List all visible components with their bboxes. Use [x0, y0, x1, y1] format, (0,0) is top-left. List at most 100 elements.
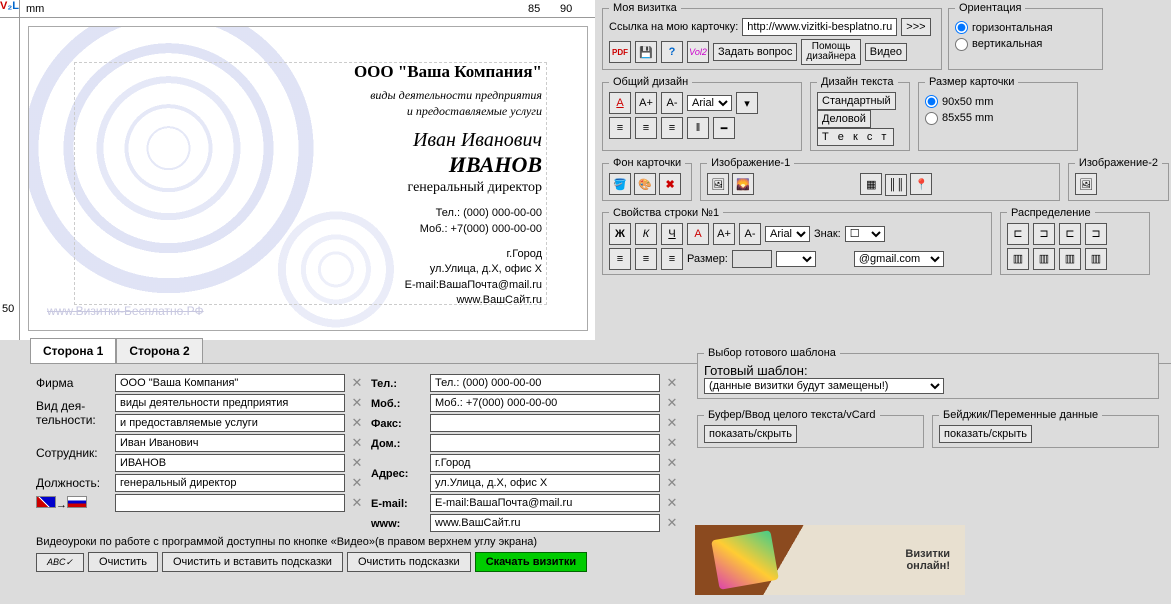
dropdown-icon[interactable]: ▾: [736, 92, 758, 114]
banner-ad[interactable]: Визитки онлайн!: [695, 525, 965, 595]
help-icon[interactable]: ?: [661, 41, 683, 63]
ask-question-button[interactable]: Задать вопрос: [713, 43, 797, 61]
clear-icon[interactable]: ✕: [664, 435, 680, 451]
emp1-input[interactable]: [115, 434, 345, 452]
img1-insert-icon[interactable]: 🖼: [707, 173, 729, 195]
clear-icon[interactable]: ✕: [349, 375, 365, 391]
align-right-button[interactable]: ≡: [661, 117, 683, 139]
qr-icon[interactable]: ▦: [860, 173, 882, 195]
clear-icon[interactable]: ✕: [349, 435, 365, 451]
sign-select[interactable]: ☐: [845, 226, 885, 242]
position-input[interactable]: [115, 474, 345, 492]
clear-icon[interactable]: ✕: [664, 415, 680, 431]
orient-horizontal[interactable]: горизонтальная: [955, 20, 1096, 34]
dist-7-button[interactable]: ▥: [1059, 248, 1081, 270]
italic-button[interactable]: К: [635, 223, 657, 245]
line-font-select[interactable]: Arial: [765, 226, 810, 242]
line-align-center[interactable]: ≡: [635, 248, 657, 270]
tab-side-2[interactable]: Сторона 2: [116, 338, 202, 363]
vol2-icon[interactable]: Vol2: [687, 41, 709, 63]
clear-hints-button[interactable]: Очистить подсказки: [347, 552, 471, 572]
size-up-button[interactable]: A+: [713, 223, 735, 245]
color-a-button[interactable]: A: [609, 92, 631, 114]
fill-icon[interactable]: 🪣: [609, 173, 631, 195]
clear-icon[interactable]: ✕: [349, 395, 365, 411]
palette-icon[interactable]: 🎨: [634, 173, 656, 195]
clear-icon[interactable]: ✕: [664, 455, 680, 471]
align-center-button[interactable]: ≡: [635, 117, 657, 139]
size-input[interactable]: [732, 250, 772, 268]
font-bigger-button[interactable]: A+: [635, 92, 657, 114]
flags[interactable]: →: [36, 496, 111, 511]
clear-icon[interactable]: ✕: [664, 375, 680, 391]
clear-icon[interactable]: ✕: [349, 495, 365, 511]
business-card-preview[interactable]: ООО "Ваша Компания" виды деятельности пр…: [28, 26, 588, 331]
addr2-input[interactable]: [430, 474, 660, 492]
spellcheck-button[interactable]: ABC✓: [36, 553, 84, 572]
clear-insert-hints-button[interactable]: Очистить и вставить подсказки: [162, 552, 343, 572]
dist-left-button[interactable]: ⊏: [1007, 223, 1029, 245]
clear-icon[interactable]: ✕: [349, 415, 365, 431]
design-business-button[interactable]: Деловой: [817, 110, 871, 128]
align-left-button[interactable]: ≡: [609, 117, 631, 139]
clear-icon[interactable]: ✕: [664, 395, 680, 411]
template-select[interactable]: (данные визитки будут замещены!): [704, 378, 944, 394]
activity2-input[interactable]: [115, 414, 345, 432]
fax-input[interactable]: [430, 414, 660, 432]
hspace-button[interactable]: ━: [713, 117, 735, 139]
email-domain-select[interactable]: @gmail.com: [854, 251, 944, 267]
extra-input[interactable]: [115, 494, 345, 512]
size-select[interactable]: [776, 251, 816, 267]
badge-toggle-button[interactable]: показать/скрыть: [939, 425, 1032, 443]
delete-bg-icon[interactable]: ✖: [659, 173, 681, 195]
dist-8-button[interactable]: ▥: [1085, 248, 1107, 270]
emp2-input[interactable]: [115, 454, 345, 472]
download-cards-button[interactable]: Скачать визитки: [475, 552, 587, 572]
clear-icon[interactable]: ✕: [664, 515, 680, 531]
clear-icon[interactable]: ✕: [664, 475, 680, 491]
video-button[interactable]: Видео: [865, 43, 907, 61]
buffer-toggle-button[interactable]: показать/скрыть: [704, 425, 797, 443]
img2-insert-icon[interactable]: 🖼: [1075, 173, 1097, 195]
dist-justify-button[interactable]: ⊐: [1085, 223, 1107, 245]
card-url-input[interactable]: [742, 18, 897, 36]
clear-icon[interactable]: ✕: [349, 475, 365, 491]
font-smaller-button[interactable]: A-: [661, 92, 683, 114]
mob-input[interactable]: [430, 394, 660, 412]
firm-input[interactable]: [115, 374, 345, 392]
dist-5-button[interactable]: ▥: [1007, 248, 1029, 270]
design-text-button[interactable]: Т е к с т: [817, 128, 894, 146]
dom-input[interactable]: [430, 434, 660, 452]
tel-input[interactable]: [430, 374, 660, 392]
dist-6-button[interactable]: ▥: [1033, 248, 1055, 270]
www-input[interactable]: [430, 514, 660, 532]
go-button[interactable]: >>>: [901, 18, 930, 36]
pdf-icon[interactable]: PDF: [609, 41, 631, 63]
img1-pic-icon[interactable]: 🌄: [732, 173, 754, 195]
tab-side-1[interactable]: Сторона 1: [30, 338, 116, 363]
bold-button[interactable]: Ж: [609, 223, 631, 245]
underline-button[interactable]: Ч: [661, 223, 683, 245]
size-down-button[interactable]: A-: [739, 223, 761, 245]
line-align-right[interactable]: ≡: [661, 248, 683, 270]
clear-icon[interactable]: ✕: [349, 455, 365, 471]
font-select[interactable]: Arial: [687, 95, 732, 111]
color-button[interactable]: A: [687, 223, 709, 245]
location-icon[interactable]: 📍: [910, 173, 932, 195]
size-85x55[interactable]: 85x55 mm: [925, 110, 1071, 124]
designer-help-button[interactable]: Помощь дизайнера: [801, 39, 860, 65]
vspace-button[interactable]: ‖: [687, 117, 709, 139]
email-input[interactable]: [430, 494, 660, 512]
barcode-icon[interactable]: ║║: [885, 174, 907, 196]
design-standard-button[interactable]: Стандартный: [817, 92, 896, 110]
clear-button[interactable]: Очистить: [88, 552, 158, 572]
orient-vertical[interactable]: вертикальная: [955, 36, 1096, 50]
save-icon[interactable]: 💾: [635, 41, 657, 63]
dist-center-button[interactable]: ⊐: [1033, 223, 1055, 245]
dist-right-button[interactable]: ⊏: [1059, 223, 1081, 245]
clear-icon[interactable]: ✕: [664, 495, 680, 511]
activity1-input[interactable]: [115, 394, 345, 412]
addr1-input[interactable]: [430, 454, 660, 472]
line-align-left[interactable]: ≡: [609, 248, 631, 270]
size-90x50[interactable]: 90x50 mm: [925, 94, 1071, 108]
